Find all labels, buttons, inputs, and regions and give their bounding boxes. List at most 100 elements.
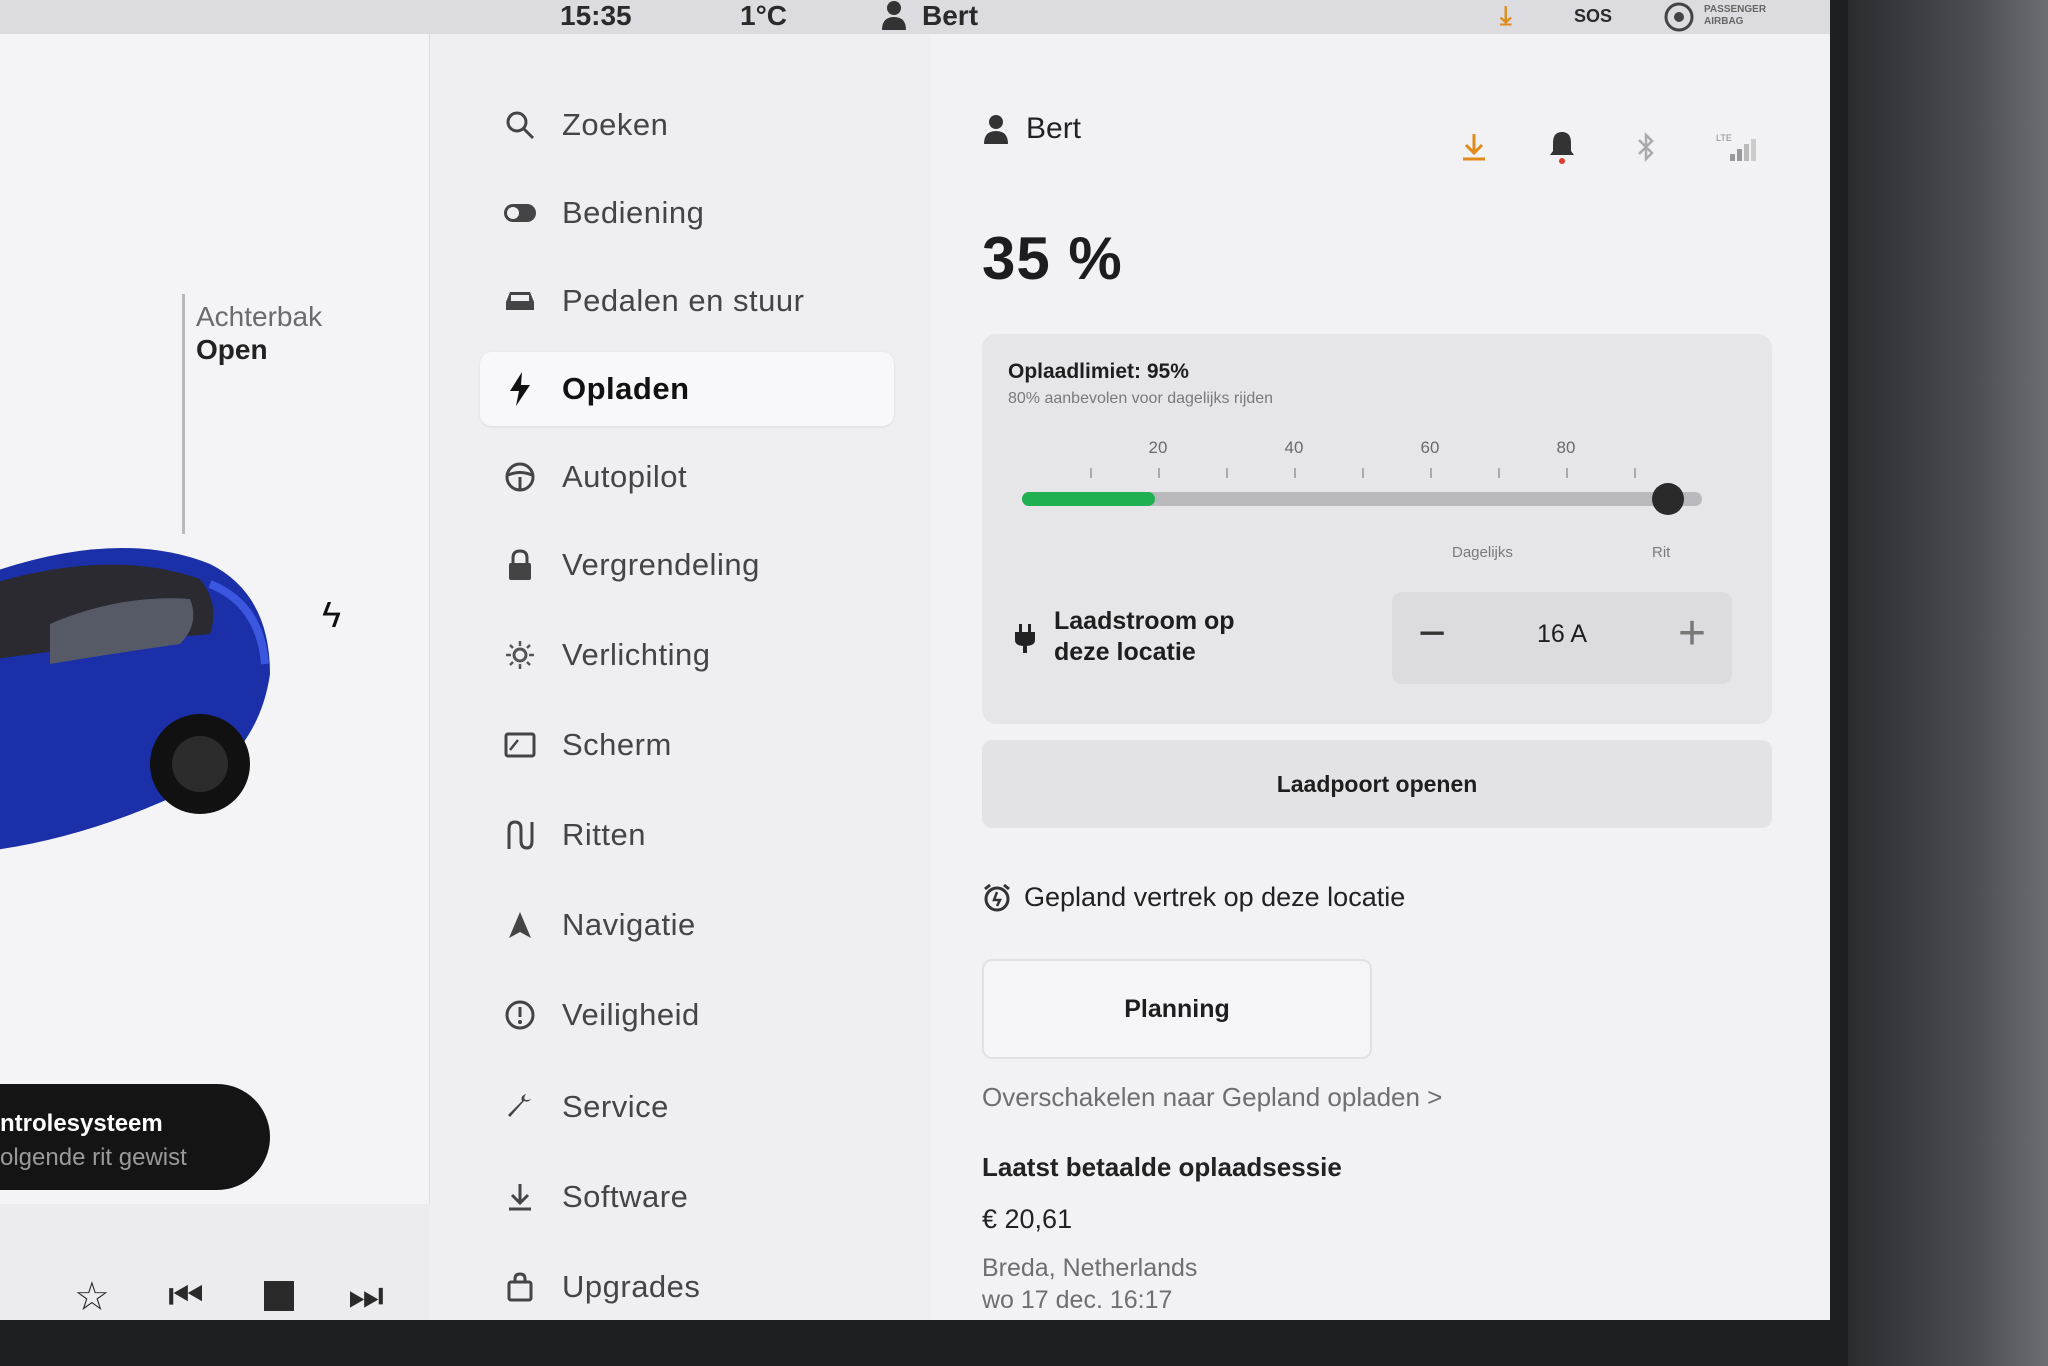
- profile-icon: [984, 115, 1008, 144]
- status-temperature: 1°C: [740, 0, 787, 31]
- scheduled-departure-label: Gepland vertrek op deze locatie: [1024, 882, 1406, 912]
- toggle-icon: [500, 193, 540, 233]
- menu-label: Vergrendeling: [562, 547, 760, 582]
- stop-icon[interactable]: [262, 1278, 296, 1320]
- menu-item-pedalen[interactable]: Pedalen en stuur: [480, 264, 894, 338]
- car-icon: [500, 281, 540, 321]
- signal-icon: LTE: [1716, 133, 1756, 161]
- menu-item-zoeken[interactable]: Zoeken: [480, 88, 894, 162]
- toast-line2: olgende rit gewist: [0, 1144, 187, 1171]
- trunk-status[interactable]: Open: [196, 334, 268, 366]
- tick-label: 60: [1420, 438, 1440, 457]
- battery-percentage: 35 %: [982, 225, 1123, 292]
- safety-icon: [500, 995, 540, 1035]
- tick-mark: [1090, 468, 1092, 478]
- menu-label: Pedalen en stuur: [562, 283, 805, 318]
- charge-current-label: Laadstroom op deze locatie: [1054, 606, 1235, 668]
- charge-current-label-line2: deze locatie: [1054, 638, 1196, 666]
- charge-limit-slider[interactable]: [1022, 483, 1702, 515]
- car-image: [0, 548, 270, 850]
- menu-label: Opladen: [562, 371, 690, 406]
- stage: 15:35 1°C Bert ⤓ SOS PASSENGER AIRBAG Ac…: [0, 0, 2048, 1366]
- display-bezel: [1848, 0, 2048, 1366]
- tick-label: 20: [1148, 438, 1168, 457]
- status-user[interactable]: Bert: [922, 0, 978, 32]
- download-icon[interactable]: ⤓: [1500, 0, 1512, 32]
- trunk-label[interactable]: Achterbak: [196, 300, 322, 334]
- bag-icon: [500, 1267, 540, 1307]
- open-charge-port-button[interactable]: Laadpoort openen: [982, 740, 1772, 828]
- menu-label: Ritten: [562, 817, 646, 852]
- last-session-details: Breda, Netherlands wo 17 dec. 16:17: [982, 1252, 1197, 1316]
- toast-line1: ntrolesysteem: [0, 1110, 163, 1137]
- last-session-date: wo 17 dec. 16:17: [982, 1286, 1173, 1314]
- previous-track-icon[interactable]: ⏮: [168, 1274, 204, 1319]
- last-session-title: Laatst betaalde oplaadsessie: [982, 1152, 1342, 1182]
- tick-mark: [1634, 468, 1636, 478]
- menu-label: Software: [562, 1179, 689, 1214]
- menu-item-upgrades[interactable]: Upgrades: [480, 1250, 894, 1320]
- notification-toast[interactable]: ntrolesysteem olgende rit gewist: [0, 1084, 270, 1190]
- tick-mark: [1226, 468, 1228, 478]
- menu-item-vergrendeling[interactable]: Vergrendeling: [480, 528, 894, 602]
- settings-menu: Zoeken Bediening Pedalen en stuur Oplade…: [430, 34, 930, 1320]
- download-icon: [500, 1177, 540, 1217]
- search-icon: [500, 105, 540, 145]
- touchscreen: 15:35 1°C Bert ⤓ SOS PASSENGER AIRBAG Ac…: [0, 0, 1830, 1320]
- favorite-star-icon[interactable]: ☆: [74, 1274, 110, 1320]
- planning-button[interactable]: Planning: [982, 959, 1372, 1059]
- menu-item-autopilot[interactable]: Autopilot: [480, 440, 894, 514]
- menu-label: Service: [562, 1089, 669, 1124]
- notification-bell-icon[interactable]: [1548, 130, 1576, 164]
- menu-label: Bediening: [562, 195, 705, 230]
- menu-item-service[interactable]: Service: [480, 1070, 894, 1144]
- tick-mark: [1158, 468, 1160, 478]
- increase-current-button[interactable]: +: [1662, 606, 1722, 661]
- profile-header[interactable]: Bert: [982, 112, 1081, 146]
- navigation-icon: [500, 905, 540, 945]
- menu-item-ritten[interactable]: Ritten: [480, 798, 894, 872]
- charge-current-label-line1: Laadstroom op: [1054, 607, 1235, 635]
- svg-text:LTE: LTE: [1716, 133, 1732, 143]
- switch-scheduled-charging-link[interactable]: Overschakelen naar Gepland opladen >: [982, 1082, 1442, 1113]
- menu-item-scherm[interactable]: Scherm: [480, 708, 894, 782]
- charge-limit-handle[interactable]: [1652, 483, 1684, 515]
- menu-item-navigatie[interactable]: Navigatie: [480, 888, 894, 962]
- menu-label: Zoeken: [562, 107, 669, 142]
- bluetooth-icon[interactable]: [1636, 132, 1656, 162]
- tick-label: 80: [1556, 438, 1576, 457]
- charge-limit-card: Oplaadlimiet: 95% 80% aanbevolen voor da…: [982, 334, 1772, 724]
- profile-icon[interactable]: [880, 0, 908, 37]
- menu-item-software[interactable]: Software: [480, 1160, 894, 1234]
- status-time: 15:35: [560, 0, 632, 31]
- menu-item-veiligheid[interactable]: Veiligheid: [480, 978, 894, 1052]
- profile-name: Bert: [1026, 112, 1082, 145]
- menu-item-verlichting[interactable]: Verlichting: [480, 618, 894, 692]
- charging-bolt-icon: ϟ: [322, 594, 342, 635]
- charging-panel: Bert LTE 35 % Oplaadlimiet: 95% 80% aanb…: [930, 34, 1830, 1320]
- wrench-icon: [500, 1087, 540, 1127]
- header-icons: LTE: [1460, 130, 1756, 164]
- trunk-pointer-line: [182, 294, 185, 534]
- charge-current-row: Laadstroom op deze locatie − 16 A +: [982, 592, 1772, 684]
- screen-icon: [500, 725, 540, 765]
- lightning-icon: [500, 369, 540, 409]
- range-trip-label: Rit: [1652, 544, 1671, 561]
- sos-button[interactable]: SOS: [1574, 6, 1612, 27]
- tick-mark: [1498, 468, 1500, 478]
- next-track-icon[interactable]: ⏭: [348, 1274, 384, 1319]
- tick-mark: [1362, 468, 1364, 478]
- charge-limit-title: Oplaadlimiet: 95%: [1008, 360, 1189, 383]
- charge-limit-subtitle: 80% aanbevolen voor dagelijks rijden: [1008, 390, 1274, 407]
- tick-label: 40: [1284, 438, 1304, 457]
- last-session-amount: € 20,61: [982, 1204, 1073, 1234]
- menu-label: Navigatie: [562, 907, 696, 942]
- menu-label: Scherm: [562, 727, 672, 762]
- tick-mark: [1566, 468, 1568, 478]
- menu-label: Verlichting: [562, 637, 711, 672]
- download-icon[interactable]: [1460, 132, 1488, 162]
- menu-item-opladen[interactable]: Opladen: [480, 352, 894, 426]
- plug-icon: [1015, 624, 1035, 653]
- menu-label: Veiligheid: [562, 997, 700, 1032]
- menu-item-bediening[interactable]: Bediening: [480, 176, 894, 250]
